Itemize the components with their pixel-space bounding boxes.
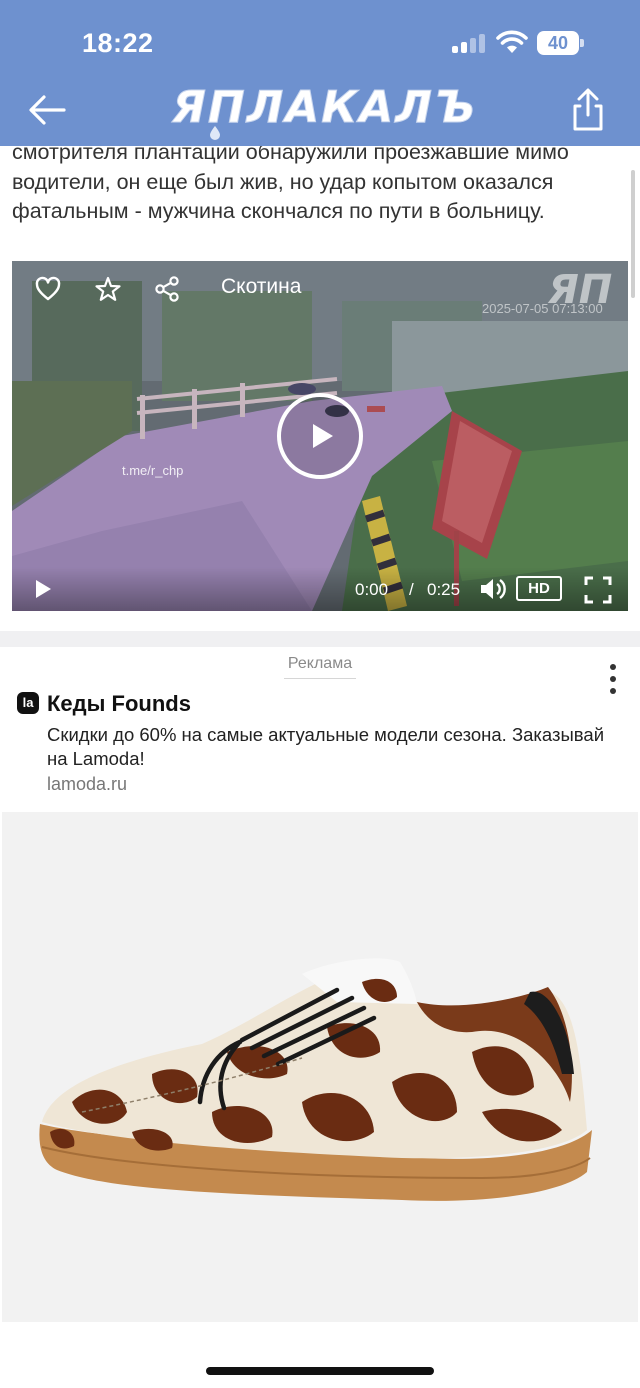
video-title: Скотина: [221, 275, 302, 298]
volume-icon[interactable]: [479, 576, 507, 602]
ad-title[interactable]: Кеды Founds: [47, 691, 191, 717]
teardrop-icon: [210, 126, 220, 140]
ad-text[interactable]: Скидки до 60% на самые актуальные модели…: [47, 723, 607, 771]
site-logo[interactable]: ЯПЛАКАЛЪ: [172, 80, 476, 140]
app-header: 18:22 40 ЯПЛАКАЛЪ: [0, 0, 640, 146]
fullscreen-icon[interactable]: [584, 576, 612, 604]
ad-label: Реклама: [287, 655, 353, 672]
video-overlay-timestamp: 2025-07-05 07:13:00: [482, 301, 603, 316]
battery-level: 40: [547, 33, 569, 53]
home-indicator[interactable]: [206, 1367, 434, 1375]
play-button[interactable]: [276, 392, 364, 480]
advertiser-logo[interactable]: la: [17, 692, 39, 714]
share-nodes-icon[interactable]: [153, 275, 181, 303]
arrow-left-icon: [29, 95, 66, 125]
wifi-icon: [496, 30, 528, 53]
more-vertical-icon: [610, 664, 616, 694]
ad-label-underline: [284, 678, 356, 679]
watermark-logo: ЯП: [548, 267, 613, 313]
ad-domain[interactable]: lamoda.ru: [47, 774, 127, 795]
status-time: 18:22: [82, 28, 154, 58]
share-button[interactable]: [566, 86, 610, 134]
back-button[interactable]: [24, 88, 68, 132]
article-text: смотрителя плантации обнаружили проезжав…: [12, 140, 569, 223]
current-time: 0:00: [355, 580, 389, 599]
play-icon[interactable]: [34, 579, 52, 599]
ad-image[interactable]: [2, 812, 638, 1322]
section-divider: [0, 631, 640, 647]
scrollbar[interactable]: [631, 170, 635, 298]
quality-button[interactable]: HD: [516, 576, 562, 601]
time-separator: /: [409, 580, 414, 599]
duration: 0:25: [427, 580, 461, 599]
video-overlay-channel: t.me/r_chp: [122, 463, 184, 478]
share-icon: [573, 88, 603, 131]
cellular-signal-icon: [452, 33, 488, 53]
star-icon[interactable]: [94, 275, 122, 303]
battery-icon: 40: [537, 31, 585, 55]
video-player[interactable]: Скотина ЯП 2025-07-05 07:13:00 t.me/r_ch…: [12, 261, 628, 611]
video-controls: 0:00 / 0:25 HD: [12, 567, 628, 611]
heart-icon[interactable]: [34, 275, 62, 303]
more-options-button[interactable]: [598, 660, 628, 700]
